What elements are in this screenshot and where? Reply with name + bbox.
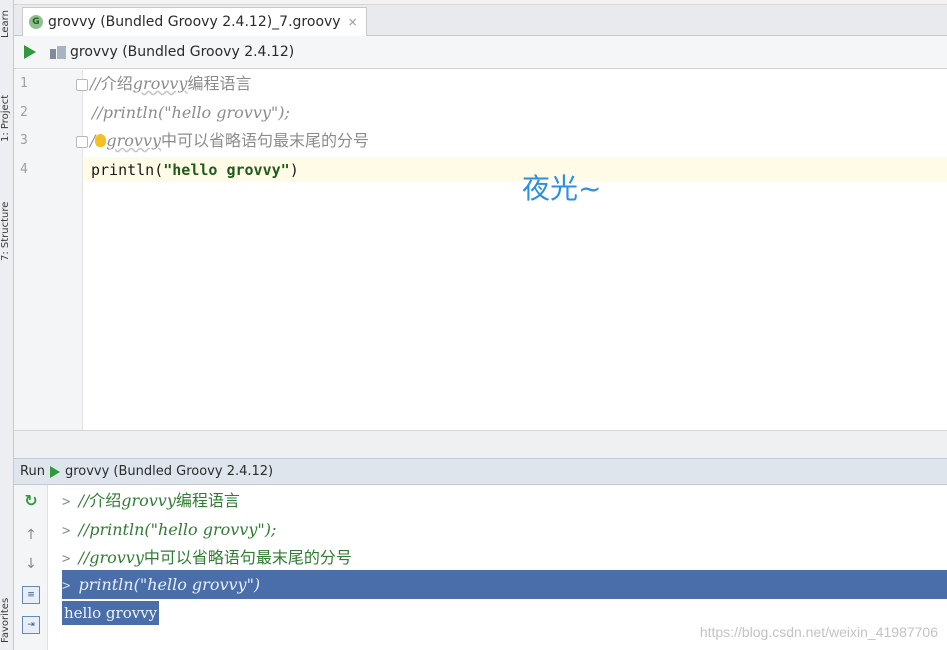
- line-number: 3: [20, 133, 28, 148]
- export-icon[interactable]: ⇥: [22, 616, 40, 634]
- code-line-3: / grovvy中可以省略语句最末尾的分号: [90, 131, 370, 150]
- rerun-icon[interactable]: ↻: [22, 491, 40, 510]
- line-number: 4: [20, 162, 28, 177]
- console-line: >//println("hello grovvy");: [62, 520, 277, 539]
- editor-tab-title: grovvy (Bundled Groovy 2.4.12)_7.groovy: [48, 14, 341, 30]
- arrow-down-icon[interactable]: ↓: [22, 555, 40, 573]
- line-number: 2: [20, 105, 28, 120]
- title-strip: [14, 0, 947, 5]
- code-line-4: println("hello grovvy"): [91, 161, 299, 179]
- breadcrumb[interactable]: grovvy (Bundled Groovy 2.4.12): [70, 44, 294, 60]
- console-line: >//grovvy中可以省略语句最末尾的分号: [62, 548, 352, 567]
- run-toolbar: ↻ ↑ ↓ ≡ ⇥: [14, 485, 48, 650]
- soft-wrap-icon[interactable]: ≡: [22, 586, 40, 604]
- code-line-2: //println("hello grovvy");: [92, 103, 290, 122]
- editor-tab-bar: G grovvy (Bundled Groovy 2.4.12)_7.groov…: [14, 0, 947, 36]
- code-editor[interactable]: 1 2 3 4 //介绍grovvy编程语言 //println("hello …: [14, 70, 947, 430]
- line-gutter: [14, 70, 83, 430]
- editor-tab[interactable]: G grovvy (Bundled Groovy 2.4.12)_7.groov…: [22, 7, 367, 36]
- line-number: 1: [20, 76, 28, 91]
- console-output: hello grovvy: [62, 601, 160, 625]
- run-panel-header: Run grovvy (Bundled Groovy 2.4.12): [14, 458, 947, 485]
- console-line: >//介绍grovvy编程语言: [62, 491, 240, 510]
- fold-marker-icon[interactable]: [76, 136, 88, 148]
- panel-divider[interactable]: [14, 430, 947, 458]
- fold-marker-icon[interactable]: [76, 79, 88, 91]
- tab-favorites[interactable]: Favorites: [0, 590, 14, 650]
- overlay-annotation: 夜光~: [522, 172, 602, 205]
- run-panel-label: Run: [20, 464, 45, 479]
- run-icon: [49, 465, 60, 478]
- tab-project[interactable]: 1: Project: [0, 86, 14, 150]
- run-console[interactable]: >//介绍grovvy编程语言 >//println("hello grovvy…: [49, 485, 947, 650]
- tab-structure[interactable]: 7: Structure: [0, 186, 14, 276]
- close-icon[interactable]: ×: [348, 15, 358, 29]
- breadcrumb-bar: grovvy (Bundled Groovy 2.4.12): [14, 36, 947, 69]
- left-tool-strip: Learn 1: Project 7: Structure Favorites: [0, 0, 14, 650]
- run-config-name[interactable]: grovvy (Bundled Groovy 2.4.12): [65, 464, 273, 479]
- watermark: https://blog.csdn.net/weixin_41987706: [699, 624, 938, 640]
- tab-learn[interactable]: Learn: [0, 2, 14, 46]
- console-line: > println("hello grovvy"): [62, 575, 261, 594]
- groovy-file-icon: G: [29, 15, 43, 29]
- run-icon[interactable]: [24, 45, 36, 59]
- module-icon: [50, 45, 66, 59]
- arrow-up-icon[interactable]: ↑: [22, 526, 40, 544]
- lightbulb-icon[interactable]: [95, 134, 107, 147]
- code-line-1: //介绍grovvy编程语言: [90, 74, 252, 93]
